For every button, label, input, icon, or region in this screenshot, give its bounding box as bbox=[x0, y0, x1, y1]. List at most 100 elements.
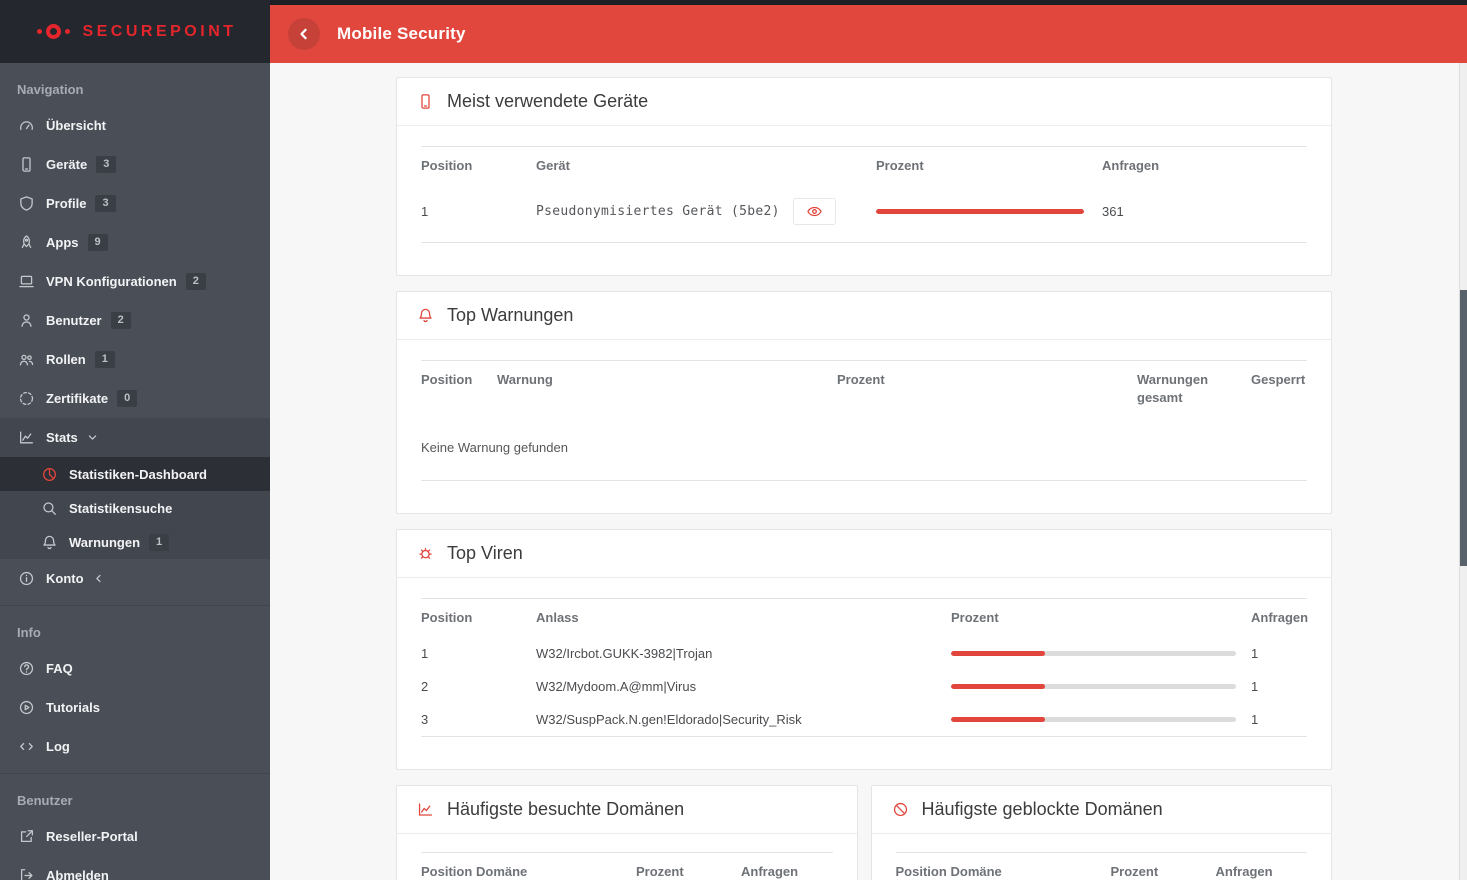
percent-bar-track bbox=[951, 717, 1236, 722]
sidebar-item-warnungen[interactable]: Warnungen 1 bbox=[0, 525, 270, 559]
column-header: Prozent bbox=[636, 852, 741, 880]
sidebar-item-reseller-portal[interactable]: Reseller-Portal bbox=[0, 817, 270, 856]
sidebar-item-tutorials[interactable]: Tutorials bbox=[0, 688, 270, 727]
phone-icon bbox=[417, 93, 434, 110]
column-header: Warnungen gesamt bbox=[1137, 360, 1251, 417]
sidebar-section-label-benutzer: Benutzer bbox=[17, 793, 73, 808]
column-header: Position bbox=[895, 852, 951, 880]
count-badge: 1 bbox=[149, 533, 170, 551]
sidebar-item-log[interactable]: Log bbox=[0, 727, 270, 766]
count-badge: 9 bbox=[87, 234, 108, 251]
column-header: Gesperrt bbox=[1251, 360, 1307, 417]
info-circle-icon bbox=[17, 570, 35, 588]
card-viruses-title: Top Viren bbox=[447, 543, 523, 563]
sidebar-item-label: Statistiken-Dashboard bbox=[69, 466, 207, 482]
card-visited-domains-header: Häufigste besuchte Domänen bbox=[397, 786, 857, 834]
column-header: Prozent bbox=[837, 360, 1137, 417]
logo-dot-icon bbox=[37, 29, 43, 34]
brand-logo-area: SECUREPOINT bbox=[0, 0, 270, 63]
column-header: Prozent bbox=[1110, 852, 1216, 880]
cell-value: 3 bbox=[421, 712, 429, 727]
sidebar-item-zertifikate[interactable]: Zertifikate 0 bbox=[0, 379, 270, 418]
cell-value: 1 bbox=[1251, 679, 1259, 694]
chevron-left-icon bbox=[296, 26, 312, 42]
card-devices-body: Position Gerät Prozent Anfragen 1 Pseudonymis… bbox=[397, 126, 1331, 275]
virus-icon bbox=[417, 545, 434, 562]
table-row: 1 Pseudonymisiertes Gerät (5be2) 361 bbox=[421, 185, 1307, 243]
sidebar-item-benutzer[interactable]: Benutzer 2 bbox=[0, 301, 270, 340]
percent-bar-track bbox=[951, 684, 1236, 689]
card-devices-title: Meist verwendete Geräte bbox=[447, 91, 649, 111]
sidebar-section-label-info: Info bbox=[17, 625, 41, 640]
eye-icon bbox=[806, 203, 823, 220]
bell-icon bbox=[40, 533, 58, 551]
cell-value: 1 bbox=[421, 646, 429, 661]
card-visited-domains: Häufigste besuchte Domänen Position Domän… bbox=[396, 785, 858, 880]
sidebar-item-label: Tutorials bbox=[46, 700, 100, 715]
sidebar-item-statistikensuche[interactable]: Statistikensuche bbox=[0, 491, 270, 525]
sidebar-item-label: Statistikensuche bbox=[69, 500, 173, 516]
external-link-icon bbox=[17, 828, 35, 846]
sidebar-item-label: Geräte bbox=[46, 157, 88, 172]
table-row: 3 W32/SuspPack.N.gen!Eldorado|Security_Ri… bbox=[421, 703, 1307, 737]
search-icon bbox=[40, 499, 58, 517]
table-row: 1 W32/Ircbot.GUKK-3982|Trojan 1 bbox=[421, 637, 1307, 670]
rocket-icon bbox=[17, 234, 35, 252]
back-button[interactable] bbox=[288, 18, 320, 50]
sidebar-item-abmelden[interactable]: Abmelden bbox=[0, 856, 270, 880]
table-empty-row: Keine Warnung gefunden bbox=[421, 417, 1307, 481]
view-device-button[interactable] bbox=[792, 198, 836, 225]
card-warnings: Top Warnungen Position Warnung Prozent Warn… bbox=[396, 291, 1332, 514]
column-header: Domäne bbox=[950, 852, 1111, 880]
bottom-cards-row: Häufigste besuchte Domänen Position Domän… bbox=[396, 785, 1332, 880]
sidebar-item-übersicht[interactable]: Übersicht bbox=[0, 106, 270, 145]
blocked-domains-table: PositionDomäneProzentAnfragen1meetrics.n… bbox=[895, 852, 1307, 880]
percent-bar-track bbox=[951, 651, 1236, 656]
card-devices: Meist verwendete Geräte Position Gerät Pro… bbox=[396, 77, 1332, 276]
count-badge: 2 bbox=[110, 312, 131, 329]
sidebar-item-label: VPN Konfigurationen bbox=[46, 274, 177, 289]
cell-value: W32/Ircbot.GUKK-3982|Trojan bbox=[536, 646, 713, 661]
stats-chart-icon bbox=[17, 429, 35, 447]
cell-value: 1 bbox=[1251, 712, 1259, 727]
card-warnings-header: Top Warnungen bbox=[397, 292, 1331, 340]
sidebar-item-label: Abmelden bbox=[46, 868, 109, 880]
card-viruses-body: Position Anlass Prozent Anfragen 1 W32/Ircbot… bbox=[397, 578, 1331, 769]
sidebar-item-geräte[interactable]: Geräte 3 bbox=[0, 145, 270, 184]
sidebar-item-rollen[interactable]: Rollen 1 bbox=[0, 340, 270, 379]
sidebar-item-vpn-konfigurationen[interactable]: VPN Konfigurationen 2 bbox=[0, 262, 270, 301]
sidebar-item-apps[interactable]: Apps 9 bbox=[0, 223, 270, 262]
cell-value: 2 bbox=[421, 679, 429, 694]
chevron-down-icon bbox=[87, 432, 98, 443]
sidebar-item-profile[interactable]: Profile 3 bbox=[0, 184, 270, 223]
count-badge: 1 bbox=[94, 351, 115, 368]
sidebar-item-label: Reseller-Portal bbox=[46, 829, 138, 844]
main-content: Meist verwendete Geräte Position Gerät Pro… bbox=[270, 63, 1459, 880]
sidebar-nav: Navigation Übersicht Geräte 3 Profile 3 Apps 9 V… bbox=[0, 63, 270, 880]
app-header: Mobile Security bbox=[270, 5, 1467, 63]
vertical-scrollbar[interactable] bbox=[1459, 63, 1467, 880]
percent-bar-track bbox=[876, 209, 1084, 214]
logo-dot-icon bbox=[65, 29, 71, 34]
visited-domains-table: PositionDomäneProzentAnfragen1spiegel.de… bbox=[421, 852, 833, 880]
sidebar-group-stats: Stats Statistiken-Dashboard Statistikensuc… bbox=[0, 418, 270, 559]
percent-bar-fill bbox=[951, 684, 1046, 689]
sidebar-item-label: Profile bbox=[46, 196, 87, 211]
column-header: Prozent bbox=[951, 598, 1251, 637]
cell-value: 1 bbox=[421, 204, 429, 219]
table-header-row: Position Gerät Prozent Anfragen bbox=[421, 146, 1307, 185]
card-blocked-domains-header: Häufigste geblockte Domänen bbox=[871, 786, 1331, 834]
sidebar-item-faq[interactable]: FAQ bbox=[0, 649, 270, 688]
sidebar-item-stats[interactable]: Stats bbox=[0, 418, 270, 457]
shield-icon bbox=[17, 195, 35, 213]
count-badge: 0 bbox=[117, 390, 138, 407]
sidebar-item-statistiken-dashboard[interactable]: Statistiken-Dashboard bbox=[0, 457, 270, 491]
cell-value: 361 bbox=[1102, 204, 1124, 219]
column-header: Gerät bbox=[536, 146, 876, 185]
bell-icon bbox=[417, 307, 434, 324]
viruses-table: Position Anlass Prozent Anfragen 1 W32/Ircbot… bbox=[421, 598, 1308, 737]
blocked-icon bbox=[892, 801, 909, 818]
scrollbar-thumb[interactable] bbox=[1460, 290, 1467, 566]
card-blocked-domains-body: PositionDomäneProzentAnfragen1meetrics.n… bbox=[872, 834, 1332, 880]
sidebar-item-konto[interactable]: Konto bbox=[0, 559, 270, 598]
